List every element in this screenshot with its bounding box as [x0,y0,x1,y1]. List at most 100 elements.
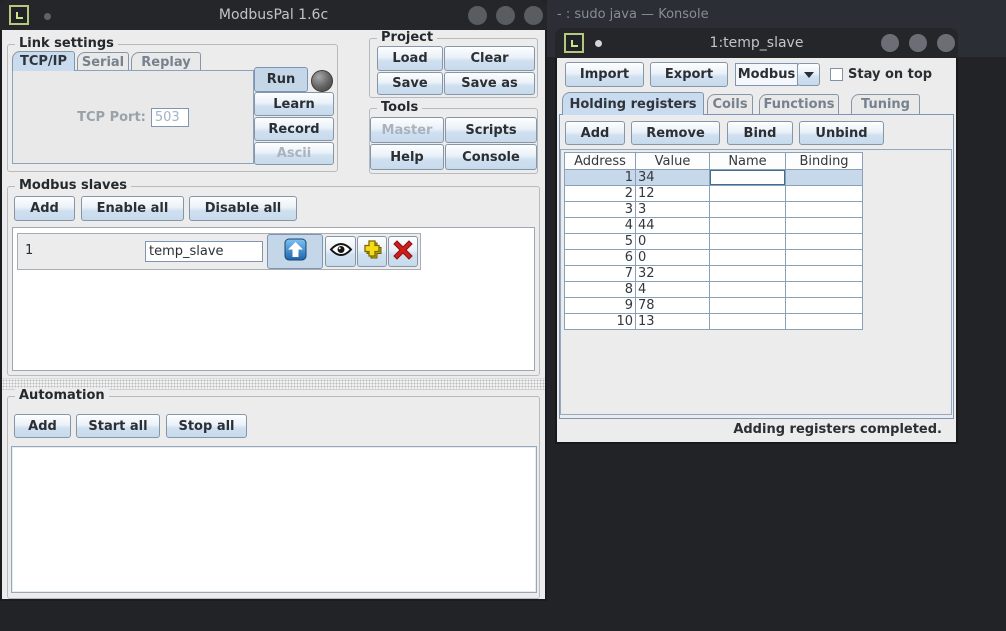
slave-view-button[interactable] [325,236,356,267]
ascii-button[interactable]: Ascii [254,142,334,165]
table-row[interactable]: 1013 [564,314,863,330]
cell-bind[interactable] [786,186,863,202]
slave-enable-button[interactable] [267,234,323,269]
table-row[interactable]: 732 [564,266,863,282]
cell-val[interactable]: 34 [636,170,710,186]
cell-val[interactable]: 12 [636,186,710,202]
table-row[interactable]: 50 [564,234,863,250]
save-button[interactable]: Save [377,72,443,95]
register-remove-button[interactable]: Remove [631,121,720,145]
run-button[interactable]: Run [254,67,308,92]
tab-coils[interactable]: Coils [707,94,753,114]
column-header-name[interactable]: Name [710,152,786,170]
modbuspal-titlebar[interactable]: ModbusPal 1.6c [0,0,547,30]
tab-tcpip[interactable]: TCP/IP [12,51,75,71]
cell-val[interactable]: 3 [636,202,710,218]
cell-addr[interactable]: 8 [564,282,636,298]
cell-bind[interactable] [786,170,863,186]
cell-name[interactable] [710,218,786,234]
cell-val[interactable]: 4 [636,282,710,298]
table-row[interactable]: 84 [564,282,863,298]
column-header-binding[interactable]: Binding [786,152,863,170]
protocol-select[interactable]: Modbus [735,63,798,86]
clear-button[interactable]: Clear [444,46,535,71]
automation-list[interactable] [11,446,537,593]
cell-bind[interactable] [786,266,863,282]
cell-name[interactable] [710,266,786,282]
slave-name-input[interactable]: temp_slave [145,241,263,262]
minimize-button[interactable] [468,6,487,25]
master-button[interactable]: Master [370,117,444,143]
slave-delete-button[interactable] [388,236,418,267]
stay-on-top-checkbox[interactable] [830,68,843,81]
cell-addr[interactable]: 2 [564,186,636,202]
cell-val[interactable]: 32 [636,266,710,282]
tab-replay[interactable]: Replay [131,52,201,71]
slave-row[interactable]: 1 temp_slave [17,233,421,270]
cell-bind[interactable] [786,202,863,218]
cell-val[interactable]: 44 [636,218,710,234]
load-button[interactable]: Load [377,46,443,71]
cell-addr[interactable]: 3 [564,202,636,218]
cell-val[interactable]: 13 [636,314,710,330]
tab-holding-registers[interactable]: Holding registers [562,92,704,115]
cell-val[interactable]: 0 [636,250,710,266]
register-bind-button[interactable]: Bind [727,121,793,145]
cell-addr[interactable]: 10 [564,314,636,330]
cell-name[interactable] [710,186,786,202]
cell-bind[interactable] [786,314,863,330]
table-row[interactable]: 134 [564,170,863,186]
enable-all-button[interactable]: Enable all [81,196,184,221]
cell-addr[interactable]: 9 [564,298,636,314]
table-row[interactable]: 444 [564,218,863,234]
cell-addr[interactable]: 5 [564,234,636,250]
save-as-button[interactable]: Save as [444,72,535,95]
cell-bind[interactable] [786,250,863,266]
minimize-button[interactable] [881,34,899,52]
stop-all-button[interactable]: Stop all [166,414,247,438]
table-row[interactable]: 978 [564,298,863,314]
cell-name[interactable] [710,298,786,314]
console-button[interactable]: Console [445,144,537,170]
cell-name[interactable] [710,314,786,330]
slave-add-button[interactable]: Add [14,196,75,221]
close-button[interactable] [937,34,955,52]
scripts-button[interactable]: Scripts [445,117,537,143]
record-button[interactable]: Record [254,117,334,141]
help-button[interactable]: Help [370,144,444,170]
register-unbind-button[interactable]: Unbind [799,121,884,145]
learn-button[interactable]: Learn [254,92,334,116]
slave-dialog-titlebar[interactable]: 1:temp_slave [555,28,958,58]
combo-dropdown-button[interactable] [797,63,820,86]
cell-name[interactable] [710,202,786,218]
cell-bind[interactable] [786,298,863,314]
maximize-button[interactable] [909,34,927,52]
cell-addr[interactable]: 1 [564,170,636,186]
column-header-address[interactable]: Address [564,152,636,170]
table-row[interactable]: 60 [564,250,863,266]
disable-all-button[interactable]: Disable all [189,196,297,221]
close-button[interactable] [524,6,543,25]
table-row[interactable]: 212 [564,186,863,202]
cell-bind[interactable] [786,218,863,234]
register-add-button[interactable]: Add [565,121,625,145]
cell-val[interactable]: 78 [636,298,710,314]
slave-add-automation-button[interactable] [357,236,387,267]
cell-name[interactable] [710,282,786,298]
cell-val[interactable]: 0 [636,234,710,250]
column-header-value[interactable]: Value [636,152,710,170]
cell-name[interactable] [710,250,786,266]
start-all-button[interactable]: Start all [76,414,160,438]
cell-addr[interactable]: 4 [564,218,636,234]
cell-bind[interactable] [786,282,863,298]
cell-bind[interactable] [786,234,863,250]
cell-addr[interactable]: 7 [564,266,636,282]
cell-addr[interactable]: 6 [564,250,636,266]
maximize-button[interactable] [496,6,515,25]
tab-serial[interactable]: Serial [77,52,129,71]
tab-functions[interactable]: Functions [759,94,839,114]
export-button[interactable]: Export [650,62,728,87]
automation-add-button[interactable]: Add [14,414,71,438]
cell-name[interactable] [710,234,786,250]
import-button[interactable]: Import [565,62,644,87]
